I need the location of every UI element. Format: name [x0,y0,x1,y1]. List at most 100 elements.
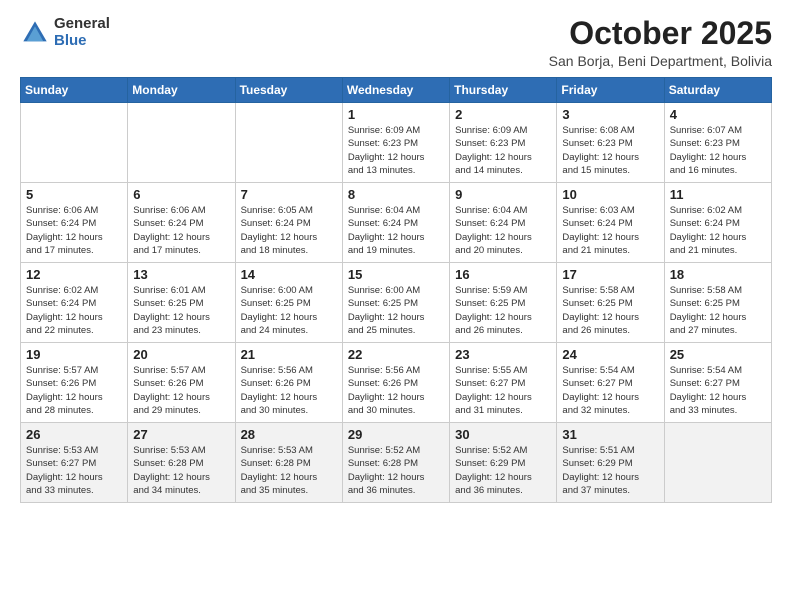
day-number: 4 [670,107,766,122]
calendar-week-row: 26 Sunrise: 5:53 AM Sunset: 6:27 PM Dayli… [21,423,772,503]
table-row: 25Sunrise: 5:54 AM Sunset: 6:27 PM Dayli… [664,343,771,423]
table-row: 22Sunrise: 5:56 AM Sunset: 6:26 PM Dayli… [342,343,449,423]
day-number: 1 [348,107,444,122]
header: General Blue October 2025 San Borja, Ben… [20,16,772,69]
table-row: 4 Sunrise: 6:07 AM Sunset: 6:23 PM Daylig… [664,103,771,183]
page: General Blue October 2025 San Borja, Ben… [0,0,792,612]
logo-icon [20,18,50,48]
col-tuesday: Tuesday [235,78,342,103]
day-number: 24 [562,347,658,362]
table-row: 7Sunrise: 6:05 AM Sunset: 6:24 PM Daylig… [235,183,342,263]
day-info: Sunrise: 5:54 AM Sunset: 6:27 PM Dayligh… [562,364,658,417]
table-row: 26 Sunrise: 5:53 AM Sunset: 6:27 PM Dayli… [21,423,128,503]
table-row: 27 Sunrise: 5:53 AM Sunset: 6:28 PM Dayli… [128,423,235,503]
day-number: 26 [26,427,122,442]
day-info: Sunrise: 6:00 AM Sunset: 6:25 PM Dayligh… [241,284,337,337]
calendar-header-row: Sunday Monday Tuesday Wednesday Thursday… [21,78,772,103]
subtitle: San Borja, Beni Department, Bolivia [549,53,772,69]
day-number: 18 [670,267,766,282]
col-wednesday: Wednesday [342,78,449,103]
day-number: 17 [562,267,658,282]
table-row: 3 Sunrise: 6:08 AM Sunset: 6:23 PM Daylig… [557,103,664,183]
day-info: Sunrise: 5:52 AM Sunset: 6:28 PM Dayligh… [348,444,444,497]
day-info: Sunrise: 6:07 AM Sunset: 6:23 PM Dayligh… [670,124,766,177]
day-info: Sunrise: 5:53 AM Sunset: 6:28 PM Dayligh… [241,444,337,497]
day-info: Sunrise: 6:02 AM Sunset: 6:24 PM Dayligh… [26,284,122,337]
table-row [664,423,771,503]
table-row: 14 Sunrise: 6:00 AM Sunset: 6:25 PM Dayli… [235,263,342,343]
day-number: 11 [670,187,766,202]
day-number: 19 [26,347,122,362]
table-row: 1 Sunrise: 6:09 AM Sunset: 6:23 PM Daylig… [342,103,449,183]
day-info: Sunrise: 6:09 AM Sunset: 6:23 PM Dayligh… [455,124,551,177]
day-info: Sunrise: 6:06 AM Sunset: 6:24 PM Dayligh… [26,204,122,257]
day-info: Sunrise: 5:52 AM Sunset: 6:29 PM Dayligh… [455,444,551,497]
table-row: 23 Sunrise: 5:55 AM Sunset: 6:27 PM Dayli… [450,343,557,423]
table-row: 16Sunrise: 5:59 AM Sunset: 6:25 PM Dayli… [450,263,557,343]
table-row: 11 Sunrise: 6:02 AM Sunset: 6:24 PM Dayli… [664,183,771,263]
table-row: 17 Sunrise: 5:58 AM Sunset: 6:25 PM Dayli… [557,263,664,343]
col-friday: Friday [557,78,664,103]
day-info: Sunrise: 6:00 AM Sunset: 6:25 PM Dayligh… [348,284,444,337]
table-row [235,103,342,183]
table-row: 8 Sunrise: 6:04 AM Sunset: 6:24 PM Daylig… [342,183,449,263]
table-row: 24 Sunrise: 5:54 AM Sunset: 6:27 PM Dayli… [557,343,664,423]
day-info: Sunrise: 6:06 AM Sunset: 6:24 PM Dayligh… [133,204,229,257]
day-info: Sunrise: 6:09 AM Sunset: 6:23 PM Dayligh… [348,124,444,177]
day-number: 2 [455,107,551,122]
day-number: 27 [133,427,229,442]
title-block: October 2025 San Borja, Beni Department,… [549,16,772,69]
calendar-week-row: 12 Sunrise: 6:02 AM Sunset: 6:24 PM Dayli… [21,263,772,343]
day-info: Sunrise: 6:02 AM Sunset: 6:24 PM Dayligh… [670,204,766,257]
day-info: Sunrise: 6:05 AM Sunset: 6:24 PM Dayligh… [241,204,337,257]
day-info: Sunrise: 5:55 AM Sunset: 6:27 PM Dayligh… [455,364,551,417]
logo-blue-text: Blue [54,33,110,50]
col-thursday: Thursday [450,78,557,103]
day-number: 29 [348,427,444,442]
table-row [128,103,235,183]
calendar-table: Sunday Monday Tuesday Wednesday Thursday… [20,77,772,503]
day-number: 20 [133,347,229,362]
day-number: 30 [455,427,551,442]
day-info: Sunrise: 5:58 AM Sunset: 6:25 PM Dayligh… [562,284,658,337]
day-number: 22 [348,347,444,362]
day-number: 14 [241,267,337,282]
table-row: 29 Sunrise: 5:52 AM Sunset: 6:28 PM Dayli… [342,423,449,503]
day-number: 8 [348,187,444,202]
day-number: 31 [562,427,658,442]
table-row: 10Sunrise: 6:03 AM Sunset: 6:24 PM Dayli… [557,183,664,263]
day-info: Sunrise: 6:01 AM Sunset: 6:25 PM Dayligh… [133,284,229,337]
table-row: 19Sunrise: 5:57 AM Sunset: 6:26 PM Dayli… [21,343,128,423]
table-row: 21 Sunrise: 5:56 AM Sunset: 6:26 PM Dayli… [235,343,342,423]
calendar-week-row: 19Sunrise: 5:57 AM Sunset: 6:26 PM Dayli… [21,343,772,423]
month-title: October 2025 [549,16,772,51]
day-number: 5 [26,187,122,202]
table-row: 28Sunrise: 5:53 AM Sunset: 6:28 PM Dayli… [235,423,342,503]
calendar-week-row: 1 Sunrise: 6:09 AM Sunset: 6:23 PM Daylig… [21,103,772,183]
day-info: Sunrise: 5:59 AM Sunset: 6:25 PM Dayligh… [455,284,551,337]
table-row: 5 Sunrise: 6:06 AM Sunset: 6:24 PM Daylig… [21,183,128,263]
day-info: Sunrise: 5:53 AM Sunset: 6:27 PM Dayligh… [26,444,122,497]
day-number: 12 [26,267,122,282]
table-row: 20Sunrise: 5:57 AM Sunset: 6:26 PM Dayli… [128,343,235,423]
day-info: Sunrise: 5:53 AM Sunset: 6:28 PM Dayligh… [133,444,229,497]
day-info: Sunrise: 5:51 AM Sunset: 6:29 PM Dayligh… [562,444,658,497]
table-row: 15 Sunrise: 6:00 AM Sunset: 6:25 PM Dayli… [342,263,449,343]
table-row: 6 Sunrise: 6:06 AM Sunset: 6:24 PM Daylig… [128,183,235,263]
day-info: Sunrise: 6:04 AM Sunset: 6:24 PM Dayligh… [348,204,444,257]
day-number: 15 [348,267,444,282]
day-number: 6 [133,187,229,202]
day-info: Sunrise: 6:08 AM Sunset: 6:23 PM Dayligh… [562,124,658,177]
table-row: 31 Sunrise: 5:51 AM Sunset: 6:29 PM Dayli… [557,423,664,503]
table-row: 2 Sunrise: 6:09 AM Sunset: 6:23 PM Daylig… [450,103,557,183]
day-number: 23 [455,347,551,362]
day-number: 21 [241,347,337,362]
table-row: 30 Sunrise: 5:52 AM Sunset: 6:29 PM Dayli… [450,423,557,503]
day-number: 10 [562,187,658,202]
table-row: 12 Sunrise: 6:02 AM Sunset: 6:24 PM Dayli… [21,263,128,343]
day-info: Sunrise: 5:56 AM Sunset: 6:26 PM Dayligh… [241,364,337,417]
table-row: 9Sunrise: 6:04 AM Sunset: 6:24 PM Daylig… [450,183,557,263]
table-row: 13Sunrise: 6:01 AM Sunset: 6:25 PM Dayli… [128,263,235,343]
day-number: 25 [670,347,766,362]
day-number: 3 [562,107,658,122]
